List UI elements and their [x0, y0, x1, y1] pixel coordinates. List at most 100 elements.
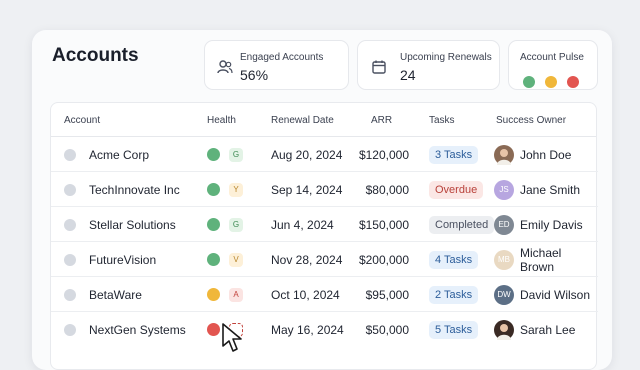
avatar: JS: [494, 179, 514, 200]
health-grade-badge: V: [229, 252, 243, 267]
owner-cell[interactable]: Sarah Lee: [494, 312, 575, 347]
tasks-pill[interactable]: 4 Tasks: [429, 250, 479, 269]
tasks-cell: 5 Tasks: [429, 312, 479, 347]
row-select[interactable]: [64, 172, 76, 207]
calendar-icon: [372, 60, 386, 74]
owner-cell[interactable]: John Doe: [494, 137, 571, 172]
table-row[interactable]: Stellar Solutions G Jun 4, 2024 $150,000…: [51, 207, 598, 242]
health-dot: [207, 288, 220, 301]
pulse-dot-red: [567, 76, 579, 88]
col-header-tasks[interactable]: Tasks: [429, 115, 455, 126]
owner-name: Jane Smith: [520, 182, 581, 197]
health-dot: [207, 148, 220, 161]
tasks-cell: 4 Tasks: [429, 242, 479, 277]
health-cell: A: [207, 277, 243, 312]
owner-cell[interactable]: JS Jane Smith: [494, 172, 580, 207]
avatar: ED: [494, 214, 514, 235]
row-select[interactable]: [64, 137, 76, 172]
account-name[interactable]: Acme Corp: [89, 137, 149, 172]
health-cell: Y: [207, 172, 243, 207]
avatar: MB: [494, 249, 514, 270]
col-header-account[interactable]: Account: [64, 115, 100, 126]
account-name[interactable]: BetaWare: [89, 277, 142, 312]
renewal-date: Sep 14, 2024: [271, 182, 343, 197]
account-name[interactable]: TechInnovate Inc: [89, 172, 180, 207]
owner-name: John Doe: [520, 147, 572, 162]
tasks-pill[interactable]: 3 Tasks: [429, 145, 479, 164]
col-header-renewal-date[interactable]: Renewal Date: [271, 115, 334, 126]
pulse-dot-green: [523, 76, 535, 88]
row-status-dot: [64, 323, 76, 336]
tasks-cell: Completed: [429, 207, 495, 242]
arr-value: $95,000: [365, 287, 409, 302]
page-title: Accounts: [52, 45, 139, 66]
arr-value: $200,000: [358, 252, 409, 267]
arr-value: $120,000: [358, 147, 409, 162]
owner-cell[interactable]: ED Emily Davis: [494, 207, 583, 242]
avatar: [494, 319, 514, 340]
health-dot: [207, 218, 220, 231]
owner-name: David Wilson: [520, 287, 591, 302]
col-header-arr[interactable]: ARR: [371, 115, 392, 126]
owner-name: Sarah Lee: [520, 322, 576, 337]
row-status-dot: [64, 183, 76, 196]
tasks-cell: 3 Tasks: [429, 137, 479, 172]
health-dot: [207, 183, 220, 196]
engaged-accounts-card[interactable]: Engaged Accounts 56%: [204, 40, 349, 90]
owner-cell[interactable]: MB Michael Brown: [494, 242, 598, 277]
upcoming-renewals-card[interactable]: Upcoming Renewals 24: [357, 40, 500, 90]
row-select[interactable]: [64, 277, 76, 312]
health-dot: [207, 323, 220, 336]
account-name[interactable]: FutureVision: [89, 242, 156, 277]
row-select[interactable]: [64, 207, 76, 242]
tasks-pill[interactable]: 2 Tasks: [429, 285, 479, 304]
health-cell: V: [207, 242, 243, 277]
col-header-health[interactable]: Health: [207, 115, 236, 126]
table-row[interactable]: Acme Corp G Aug 20, 2024 $120,000 3 Task…: [51, 137, 598, 172]
row-select[interactable]: [64, 312, 76, 347]
tasks-cell: 2 Tasks: [429, 277, 479, 312]
owner-name: Emily Davis: [520, 217, 583, 232]
account-name[interactable]: Stellar Solutions: [89, 207, 176, 242]
engaged-accounts-label: Engaged Accounts: [240, 52, 324, 63]
row-select[interactable]: [64, 242, 76, 277]
health-grade-badge: G: [229, 217, 243, 232]
account-name[interactable]: NextGen Systems: [89, 312, 186, 347]
users-icon: [217, 60, 233, 74]
arr-value: $80,000: [365, 182, 409, 197]
health-cell: G: [207, 137, 243, 172]
tasks-pill[interactable]: 5 Tasks: [429, 320, 479, 339]
tasks-pill[interactable]: Overdue: [429, 180, 484, 199]
row-status-dot: [64, 288, 76, 301]
account-pulse-card[interactable]: Account Pulse: [508, 40, 598, 90]
renewal-date: Oct 10, 2024: [271, 287, 340, 302]
pulse-dot-yellow: [545, 76, 557, 88]
renewal-date: Jun 4, 2024: [271, 217, 334, 232]
upcoming-renewals-value: 24: [400, 67, 416, 83]
renewal-date: May 16, 2024: [271, 322, 344, 337]
renewal-date: Aug 20, 2024: [271, 147, 343, 162]
row-status-dot: [64, 253, 76, 266]
table-row[interactable]: FutureVision V Nov 28, 2024 $200,000 4 T…: [51, 242, 598, 277]
tasks-pill[interactable]: Completed: [429, 215, 495, 234]
arr-value: $50,000: [365, 322, 409, 337]
health-grade-badge: G: [229, 147, 243, 162]
table-row[interactable]: TechInnovate Inc Y Sep 14, 2024 $80,000 …: [51, 172, 598, 207]
accounts-panel: Accounts Engaged Accounts 56% Upcoming R…: [32, 30, 612, 370]
tasks-cell: Overdue: [429, 172, 484, 207]
arr-value: $150,000: [358, 217, 409, 232]
engaged-accounts-value: 56%: [240, 67, 269, 83]
owner-name: Michael Brown: [520, 245, 562, 274]
avatar: DW: [494, 284, 514, 305]
account-pulse-label: Account Pulse: [520, 52, 584, 63]
table-row[interactable]: NextGen Systems May 16, 2024 $50,000 5 T…: [51, 312, 598, 347]
owner-cell[interactable]: DW David Wilson: [494, 277, 590, 312]
avatar: [494, 144, 514, 165]
renewal-date: Nov 28, 2024: [271, 252, 343, 267]
table-row[interactable]: BetaWare A Oct 10, 2024 $95,000 2 Tasks …: [51, 277, 598, 312]
health-grade-badge: Y: [229, 182, 243, 197]
health-dot: [207, 253, 220, 266]
mouse-cursor-icon: [222, 323, 242, 352]
upcoming-renewals-label: Upcoming Renewals: [400, 52, 492, 63]
col-header-success-owner[interactable]: Success Owner: [496, 115, 566, 126]
